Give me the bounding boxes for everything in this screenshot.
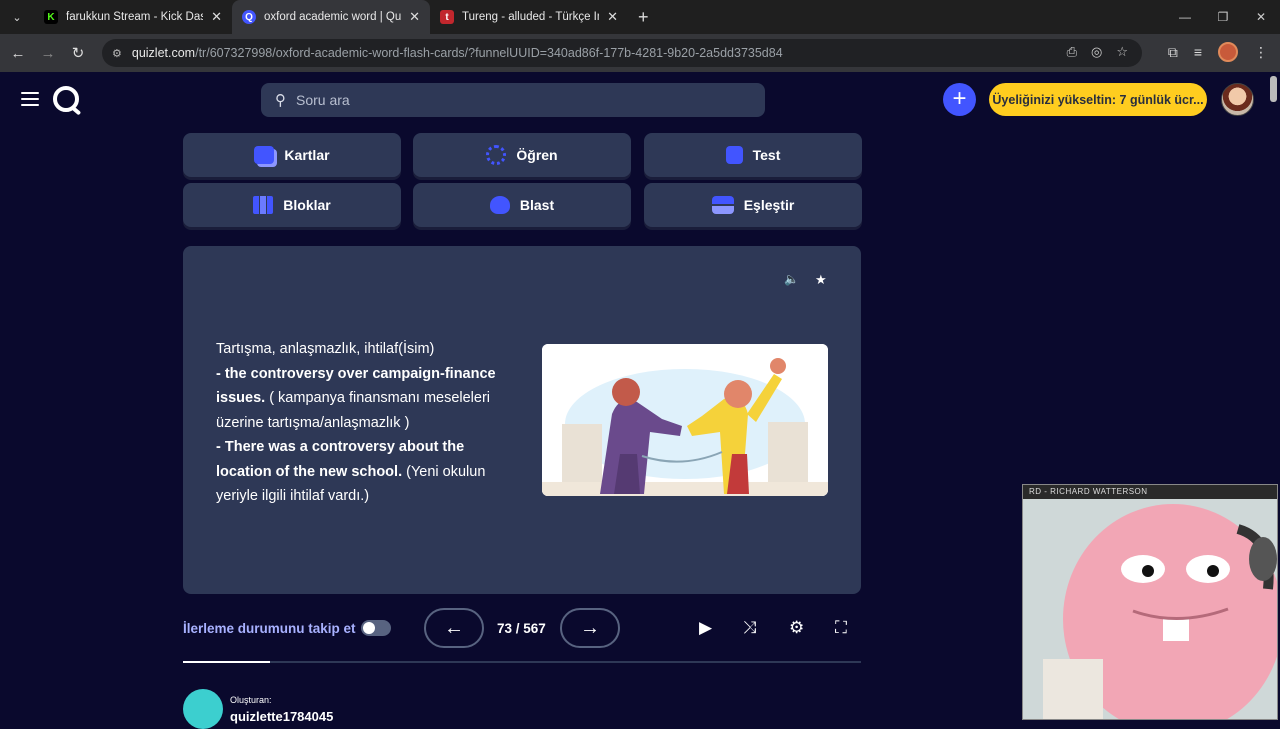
back-icon[interactable]: ← (3, 45, 33, 62)
progress-bar (183, 661, 861, 663)
blocks-icon (253, 196, 274, 214)
close-tab-icon[interactable]: ✕ (211, 9, 222, 25)
match-icon (711, 196, 734, 214)
site-info-icon[interactable]: ⚙ (112, 47, 122, 60)
blast-icon (489, 196, 510, 214)
fullscreen-icon[interactable]: ⛶ (835, 618, 847, 638)
webcam-overlay: RD - RICHARD WATTERSON (1022, 484, 1278, 720)
bookmark-star-icon[interactable]: ☆ (1116, 44, 1128, 60)
progress-bar-fill (183, 661, 271, 663)
eye-off-icon[interactable]: ◎ (1091, 44, 1102, 60)
previous-card-button[interactable]: ← (424, 608, 484, 648)
browser-tab-kick[interactable]: K farukkun Stream - Kick Dashboa ✕ (34, 0, 232, 34)
arrow-right-icon: → (580, 616, 600, 639)
restore-icon[interactable]: ❐ (1204, 10, 1242, 24)
browser-tab-tureng[interactable]: t Tureng - alluded - Türkçe İngiliz ✕ (430, 0, 628, 34)
reload-icon[interactable]: ↻ (63, 44, 93, 62)
track-progress-toggle[interactable] (361, 620, 391, 636)
close-tab-icon[interactable]: ✕ (607, 9, 618, 25)
search-bar[interactable]: ⚲ (261, 83, 765, 117)
url-path: /tr/607327998/oxford-academic-word-flash… (195, 46, 783, 60)
new-tab-icon[interactable]: + (638, 7, 649, 28)
browser-menu-icon[interactable]: ⋮ (1254, 44, 1268, 61)
shuffle-icon[interactable]: ⤨ (743, 618, 757, 638)
search-icon: ⚲ (275, 92, 286, 109)
definition-line: Tartışma, anlaşmazlık, ihtilaf(İsim) (216, 341, 435, 357)
scrollbar-thumb[interactable] (1270, 76, 1277, 102)
tab-title: oxford academic word | Quizlet (264, 11, 402, 23)
webcam-caption: RD - RICHARD WATTERSON (1023, 485, 1277, 499)
mode-button-ogren[interactable]: Öğren (413, 133, 631, 177)
flashcard[interactable]: 🔈 ★ Tartışma, anlaşmazlık, ihtilaf(İsim)… (183, 246, 861, 594)
extension-icons: ⧉ ≡ ⋮ (1168, 42, 1268, 62)
flashcard-controls: İlerleme durumunu takip et ← 73 / 567 → … (183, 604, 861, 648)
track-progress-label: İlerleme durumunu takip et (183, 621, 356, 636)
flashcard-image (542, 344, 828, 496)
mode-label: Blast (519, 197, 555, 213)
quizlet-logo[interactable] (53, 86, 79, 112)
upgrade-button[interactable]: Üyeliğinizi yükseltin: 7 günlük ücr... (989, 83, 1207, 116)
url-host: quizlet.com (131, 46, 196, 60)
kick-favicon-icon: K (44, 10, 58, 24)
close-tab-icon[interactable]: ✕ (409, 9, 420, 25)
tab-title: Tureng - alluded - Türkçe İngiliz (462, 11, 599, 23)
next-card-button[interactable]: → (560, 608, 620, 648)
creator-name[interactable]: quizlette1784045 (230, 709, 333, 724)
close-window-icon[interactable]: ✕ (1242, 10, 1280, 24)
hamburger-menu-icon[interactable] (21, 92, 39, 110)
mode-label: Eşleştir (743, 197, 795, 213)
creator-label: Oluşturan: (230, 695, 272, 705)
mode-button-kartlar[interactable]: Kartlar (183, 133, 401, 177)
extensions-icon[interactable]: ⧉ (1168, 44, 1178, 61)
tureng-favicon-icon: t (440, 10, 454, 24)
create-plus-button[interactable]: + (943, 83, 976, 116)
card-counter: 73 / 567 (497, 621, 546, 636)
mode-label: Öğren (516, 147, 558, 163)
mode-label: Test (752, 147, 781, 163)
omnibox-icons: ⎙ ◎ ☆ (1067, 44, 1128, 60)
creator-avatar[interactable] (183, 689, 223, 729)
mode-label: Kartlar (284, 147, 330, 163)
cards-icon (254, 146, 275, 164)
mode-button-blast[interactable]: Blast (413, 183, 631, 227)
browser-tab-strip: ⌄ K farukkun Stream - Kick Dashboa ✕ Q o… (0, 0, 1280, 34)
profile-avatar[interactable] (1218, 42, 1238, 62)
browser-toolbar: ← → ↻ ⚙ quizlet.com/tr/607327998/oxford-… (0, 34, 1280, 72)
mode-label: Bloklar (283, 197, 331, 213)
settings-gear-icon[interactable]: ⚙ (789, 618, 804, 638)
arguing-men-illustration (542, 344, 828, 496)
tab-search-icon[interactable]: ⌄ (0, 0, 34, 34)
quizlet-favicon-icon: Q (242, 10, 256, 24)
window-controls: — ❐ ✕ (1166, 0, 1280, 34)
learn-icon (486, 145, 507, 165)
arrow-left-icon: ← (444, 616, 464, 639)
mode-button-bloklar[interactable]: Bloklar (183, 183, 401, 227)
star-icon[interactable]: ★ (815, 272, 827, 288)
flashcard-definition: Tartışma, anlaşmazlık, ihtilaf(İsim) - t… (216, 337, 511, 509)
mode-button-test[interactable]: Test (644, 133, 862, 177)
mode-button-eslestir[interactable]: Eşleştir (644, 183, 862, 227)
browser-tab-quizlet[interactable]: Q oxford academic word | Quizlet ✕ (232, 0, 430, 34)
webcam-cartoon-image (1023, 499, 1277, 719)
user-avatar[interactable] (1221, 83, 1254, 116)
play-icon[interactable]: ▶ (699, 618, 712, 638)
media-control-icon[interactable]: ≡ (1194, 44, 1202, 60)
speaker-icon[interactable]: 🔈 (784, 272, 799, 286)
search-input[interactable] (296, 92, 716, 108)
install-app-icon[interactable]: ⎙ (1067, 44, 1077, 60)
minimize-icon[interactable]: — (1166, 10, 1204, 24)
site-header: ⚲ + Üyeliğinizi yükseltin: 7 günlük ücr.… (0, 72, 1280, 128)
test-icon (725, 146, 743, 164)
tab-title: farukkun Stream - Kick Dashboa (66, 11, 203, 23)
forward-icon[interactable]: → (33, 45, 63, 62)
address-bar[interactable]: ⚙ quizlet.com/tr/607327998/oxford-academ… (102, 39, 1142, 67)
